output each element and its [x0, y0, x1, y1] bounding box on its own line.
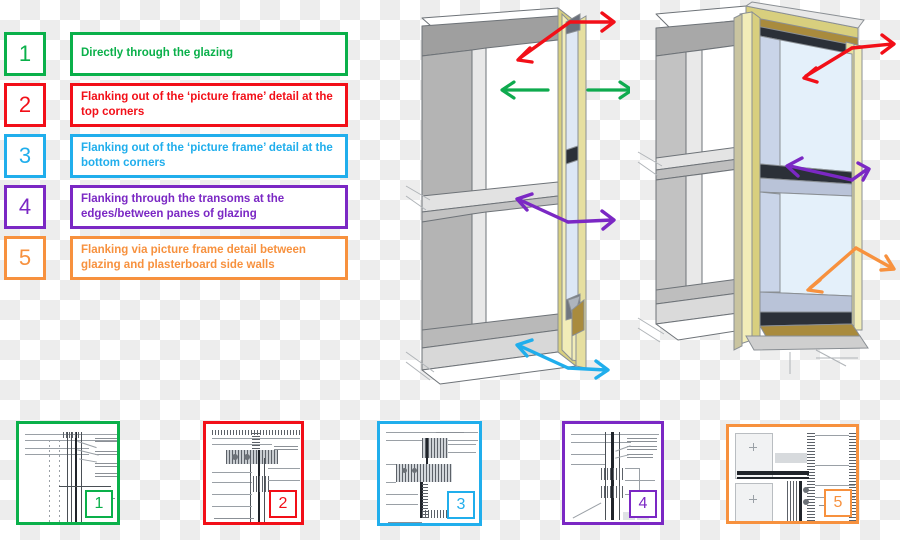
legend-row-4: 4 Flanking through the transoms at the e… [0, 185, 360, 229]
detail-drawing-4[interactable]: 4 [562, 421, 664, 525]
detail-drawing-2[interactable]: 2 [203, 421, 304, 525]
legend-number-box-2: 2 [4, 83, 46, 127]
legend-number-box-5: 5 [4, 236, 46, 280]
detail-badge-label-5: 5 [833, 494, 843, 511]
detail-badge-5: 5 [824, 489, 852, 517]
detail-drawing-3[interactable]: 3 [377, 421, 482, 526]
diagram-canvas: 1 Directly through the glazing 2 Flankin… [0, 0, 900, 540]
legend-text-box-1: Directly through the glazing [70, 32, 348, 76]
detail-badge-2: 2 [269, 490, 297, 518]
detail-drawing-1[interactable]: 1 [16, 421, 120, 525]
legend-text-box-2: Flanking out of the ‘picture frame’ deta… [70, 83, 348, 127]
detail-badge-1: 1 [85, 490, 113, 518]
legend-number-4: 4 [18, 194, 32, 219]
detail-badge-label-1: 1 [94, 495, 104, 512]
legend-row-5: 5 Flanking via picture frame detail betw… [0, 236, 360, 280]
legend-row-1: 1 Directly through the glazing [0, 32, 360, 76]
legend-label-4: Flanking through the transoms at the edg… [81, 192, 285, 220]
detail-badge-label-4: 4 [638, 495, 648, 512]
detail-badge-label-3: 3 [456, 496, 466, 513]
legend-label-3: Flanking out of the ‘picture frame’ deta… [81, 141, 333, 169]
detail-badge-4: 4 [629, 490, 657, 518]
legend-number-box-4: 4 [4, 185, 46, 229]
legend-number-3: 3 [18, 143, 32, 168]
detail-drawing-5[interactable]: 5 [726, 424, 859, 524]
legend-number-box-1: 1 [4, 32, 46, 76]
legend-row-2: 2 Flanking out of the ‘picture frame’ de… [0, 83, 360, 127]
exterior-glazing-illustration [637, 1, 896, 374]
legend-text-box-5: Flanking via picture frame detail betwee… [70, 236, 348, 280]
legend-number-2: 2 [18, 92, 32, 117]
legend-label-5: Flanking via picture frame detail betwee… [81, 243, 306, 271]
detail-badge-label-2: 2 [278, 495, 288, 512]
legend-text-box-4: Flanking through the transoms at the edg… [70, 185, 348, 229]
legend-label-2: Flanking out of the ‘picture frame’ deta… [81, 90, 333, 118]
interior-cutaway-illustration [405, 6, 630, 385]
legend-number-1: 1 [18, 41, 32, 66]
legend-label-1: Directly through the glazing [81, 47, 234, 60]
legend-text-box-3: Flanking out of the ‘picture frame’ deta… [70, 134, 348, 178]
legend-row-3: 3 Flanking out of the ‘picture frame’ de… [0, 134, 360, 178]
detail-badge-3: 3 [447, 491, 475, 519]
legend-panel: 1 Directly through the glazing 2 Flankin… [0, 32, 360, 287]
legend-number-5: 5 [18, 245, 32, 270]
legend-number-box-3: 3 [4, 134, 46, 178]
